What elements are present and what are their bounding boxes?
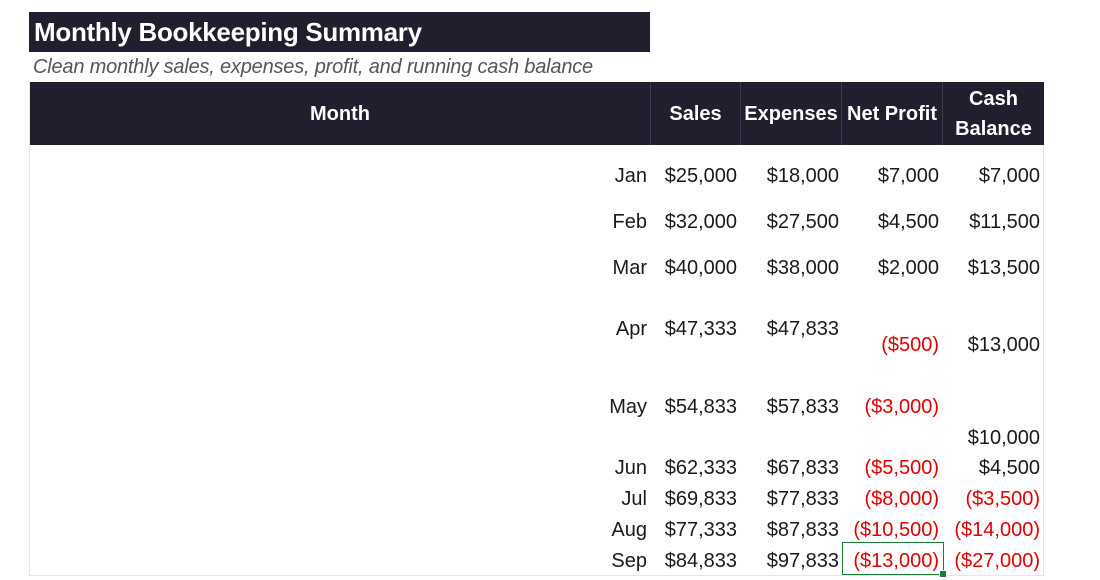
- cell-sales-mar[interactable]: $40,000: [665, 256, 737, 280]
- cell-net-profit-aug[interactable]: ($10,500): [853, 518, 939, 542]
- cell-sales-apr[interactable]: $47,333: [665, 317, 737, 341]
- cell-expenses-aug[interactable]: $87,833: [767, 518, 839, 542]
- header-expenses[interactable]: Expenses: [741, 82, 842, 145]
- sheet-subtitle[interactable]: Clean monthly sales, expenses, profit, a…: [33, 56, 593, 79]
- header-cash-balance-line1: Cash: [969, 87, 1018, 110]
- cell-expenses-jan[interactable]: $18,000: [767, 164, 839, 188]
- cell-expenses-apr[interactable]: $47,833: [767, 317, 839, 341]
- cell-sales-may[interactable]: $54,833: [665, 395, 737, 419]
- cell-cash-balance-jun[interactable]: $4,500: [979, 456, 1040, 480]
- cell-net-profit-jan[interactable]: $7,000: [878, 164, 939, 188]
- cell-sales-feb[interactable]: $32,000: [665, 210, 737, 234]
- cell-cash-balance-feb[interactable]: $11,500: [969, 210, 1040, 234]
- cell-sales-jul[interactable]: $69,833: [665, 487, 737, 511]
- header-cash-balance-line2: Balance: [955, 117, 1032, 140]
- sheet-title[interactable]: Monthly Bookkeeping Summary: [29, 12, 650, 52]
- cell-month-jul[interactable]: Jul: [621, 487, 647, 511]
- cell-net-profit-may[interactable]: ($3,000): [865, 395, 940, 419]
- cell-expenses-jul[interactable]: $77,833: [767, 487, 839, 511]
- cell-month-jun[interactable]: Jun: [615, 456, 647, 480]
- cell-month-apr[interactable]: Apr: [616, 317, 647, 341]
- cell-month-mar[interactable]: Mar: [613, 256, 647, 280]
- cell-month-aug[interactable]: Aug: [611, 518, 647, 542]
- cell-cash-balance-mar[interactable]: $13,500: [968, 256, 1040, 280]
- cell-sales-sep[interactable]: $84,833: [665, 549, 737, 573]
- cell-cash-balance-apr[interactable]: $13,000: [968, 333, 1040, 357]
- header-sales[interactable]: Sales: [651, 82, 741, 145]
- cell-net-profit-jul[interactable]: ($8,000): [865, 487, 940, 511]
- cell-month-may[interactable]: May: [609, 395, 647, 419]
- cell-cash-balance-jul[interactable]: ($3,500): [966, 487, 1041, 511]
- cell-sales-aug[interactable]: $77,333: [665, 518, 737, 542]
- cell-cash-balance-aug[interactable]: ($14,000): [954, 518, 1040, 542]
- cell-month-feb[interactable]: Feb: [613, 210, 647, 234]
- cell-net-profit-feb[interactable]: $4,500: [878, 210, 939, 234]
- cell-expenses-mar[interactable]: $38,000: [767, 256, 839, 280]
- header-net-profit[interactable]: Net Profit: [842, 82, 943, 145]
- spreadsheet-sheet: Monthly Bookkeeping Summary Clean monthl…: [0, 0, 1100, 580]
- cell-net-profit-jun[interactable]: ($5,500): [865, 456, 940, 480]
- cell-sales-jun[interactable]: $62,333: [665, 456, 737, 480]
- cell-cash-balance-may[interactable]: $10,000: [968, 426, 1040, 450]
- cell-net-profit-mar[interactable]: $2,000: [878, 256, 939, 280]
- cell-expenses-may[interactable]: $57,833: [767, 395, 839, 419]
- cell-sales-jan[interactable]: $25,000: [665, 164, 737, 188]
- header-cash-balance[interactable]: Cash Balance: [943, 82, 1044, 145]
- cell-month-sep[interactable]: Sep: [611, 549, 647, 573]
- cell-net-profit-apr[interactable]: ($500): [881, 333, 939, 357]
- cell-expenses-jun[interactable]: $67,833: [767, 456, 839, 480]
- bookkeeping-table: Month Sales Expenses Net Profit Cash Bal…: [29, 82, 1044, 578]
- header-month[interactable]: Month: [30, 82, 651, 145]
- cell-expenses-sep[interactable]: $97,833: [767, 549, 839, 573]
- cell-cash-balance-sep[interactable]: ($27,000): [954, 549, 1040, 573]
- table-header-row: Month Sales Expenses Net Profit Cash Bal…: [30, 82, 1044, 145]
- cell-month-jan[interactable]: Jan: [615, 164, 647, 188]
- selected-cell-outline: [842, 542, 944, 575]
- cell-cash-balance-jan[interactable]: $7,000: [979, 164, 1040, 188]
- fill-handle[interactable]: [939, 570, 947, 578]
- cell-expenses-feb[interactable]: $27,500: [767, 210, 839, 234]
